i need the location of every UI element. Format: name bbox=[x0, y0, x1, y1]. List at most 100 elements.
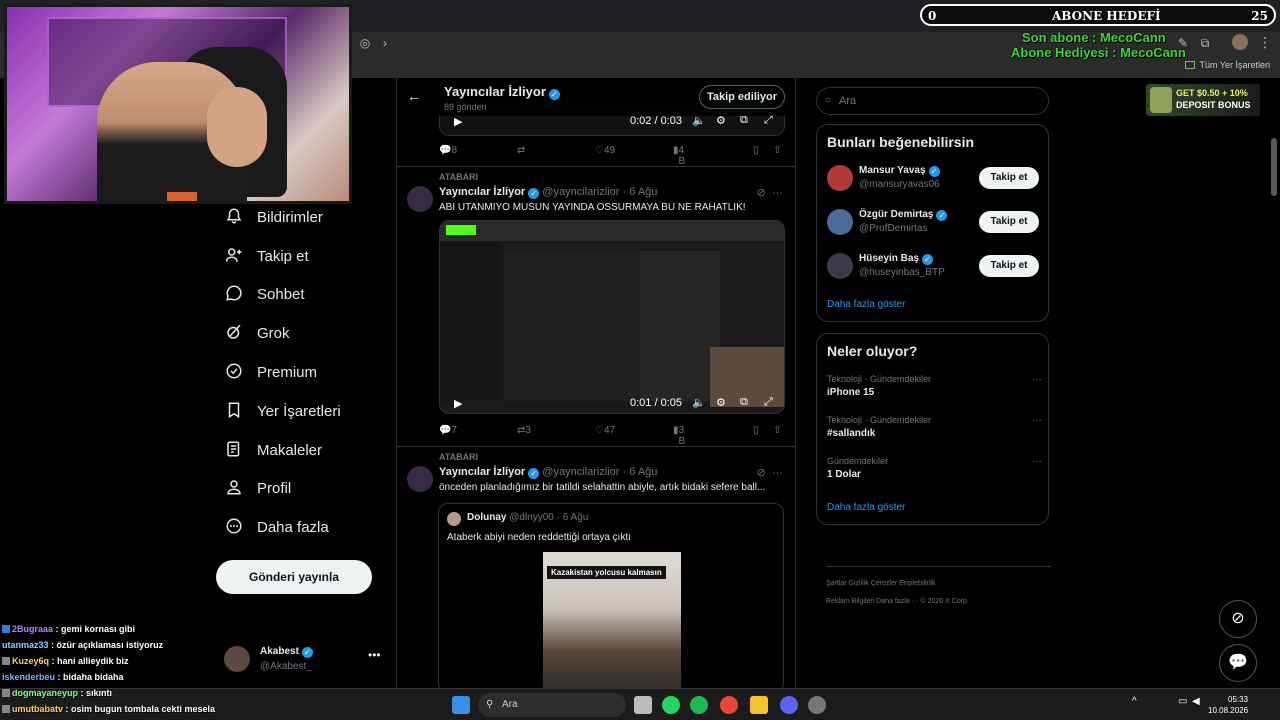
profile-avatar[interactable] bbox=[1232, 34, 1248, 50]
bell-icon bbox=[224, 207, 244, 227]
video-player[interactable]: ▶ 0:01 / 0:05 🔈 ⚙ ⧉ ⤢ bbox=[439, 220, 785, 414]
like-button[interactable]: ♡ 47 bbox=[595, 425, 615, 436]
scrollbar[interactable] bbox=[1271, 138, 1277, 196]
more-icon[interactable]: ··· bbox=[1032, 456, 1042, 467]
trend-item[interactable]: Teknoloji · Gündemdekiler iPhone 15 ··· bbox=[827, 374, 1042, 404]
user-name: Hüseyin Baş ✓ bbox=[859, 253, 934, 265]
grok-icon bbox=[224, 323, 244, 343]
bookmark-icon[interactable]: ▯ bbox=[753, 425, 759, 436]
retweet-button[interactable]: ⇄ bbox=[517, 145, 525, 156]
reply-button[interactable]: 💬 7 bbox=[439, 425, 457, 436]
menu-icon[interactable]: ⋮ bbox=[1258, 34, 1272, 51]
task-view-icon[interactable] bbox=[634, 696, 652, 714]
back-arrow-icon[interactable]: ← bbox=[407, 88, 421, 104]
show-more-link[interactable]: Daha fazla göster bbox=[827, 299, 905, 310]
all-bookmarks[interactable]: Tüm Yer İşaretleri bbox=[1185, 60, 1270, 70]
extension-icon[interactable]: ◎ bbox=[358, 36, 372, 50]
grok-icon[interactable]: ⊘ bbox=[757, 467, 766, 479]
chrome-icon[interactable] bbox=[720, 696, 738, 714]
grok-icon[interactable]: ⊘ bbox=[757, 187, 766, 199]
chevron-up-icon[interactable]: ^ bbox=[1132, 696, 1142, 714]
chevron-right-icon[interactable]: › bbox=[378, 36, 392, 50]
post-date[interactable]: 6 Ağu bbox=[629, 186, 657, 198]
taskbar-clock[interactable]: 05:33 10.08.2026 bbox=[1208, 694, 1248, 716]
following-button[interactable]: Takip ediliyor bbox=[699, 85, 785, 109]
volume-icon[interactable]: ◀ bbox=[1192, 696, 1204, 714]
user-name-text: Hüseyin Baş bbox=[859, 253, 920, 264]
search-input[interactable]: ○ Ara bbox=[816, 87, 1049, 115]
post-date[interactable]: 6 Ağu bbox=[629, 466, 657, 478]
file-explorer-icon[interactable] bbox=[750, 696, 768, 714]
spotify-icon[interactable] bbox=[690, 696, 708, 714]
nav-premium[interactable]: Premium bbox=[224, 357, 317, 387]
fullscreen-icon[interactable]: ⤢ bbox=[764, 396, 773, 409]
footer-line[interactable]: Şartlar Gizlilik Çerezler Erişilebilirli… bbox=[826, 575, 1051, 593]
nav-chat[interactable]: Sohbet bbox=[224, 279, 305, 309]
author-name[interactable]: Yayıncılar İzliyor bbox=[439, 466, 525, 478]
network-icon[interactable]: ▭ bbox=[1178, 696, 1190, 714]
badge-icon bbox=[2, 625, 10, 633]
play-icon[interactable]: ▶ bbox=[454, 115, 462, 128]
more-icon[interactable]: ••• bbox=[368, 648, 381, 662]
bookmark-icon bbox=[224, 401, 244, 421]
discord-icon[interactable] bbox=[780, 696, 798, 714]
nav-notifications[interactable]: Bildirimler bbox=[224, 202, 323, 232]
play-icon[interactable]: ▶ bbox=[454, 397, 462, 410]
more-icon[interactable]: ··· bbox=[772, 467, 783, 479]
whatsapp-icon[interactable] bbox=[662, 696, 680, 714]
post-text: önceden planladığımız bir tatildi selaha… bbox=[439, 482, 766, 493]
suggested-user[interactable]: Hüseyin Baş ✓ @huseyinbas_BTP Takip et bbox=[827, 251, 1042, 283]
suggested-user[interactable]: Mansur Yavaş ✓ @mansuryavas06 Takip et bbox=[827, 163, 1042, 195]
post-button[interactable]: Gönderi yayınla bbox=[216, 560, 372, 594]
nav-articles[interactable]: Makaleler bbox=[224, 435, 322, 465]
card-title: Bunları beğenebilirsin bbox=[827, 134, 975, 150]
author-handle[interactable]: @yayncilarizlior bbox=[542, 186, 619, 198]
user-name: Özgür Demirtaş ✓ bbox=[859, 209, 948, 221]
follow-button[interactable]: Takip et bbox=[979, 167, 1039, 189]
retweet-button[interactable]: ⇄ 3 bbox=[517, 425, 531, 436]
more-icon[interactable]: ··· bbox=[1032, 374, 1042, 385]
grok-fab[interactable]: ⊘ bbox=[1219, 600, 1257, 638]
author-name[interactable]: Yayıncılar İzliyor bbox=[439, 186, 525, 198]
suggested-user[interactable]: Özgür Demirtaş ✓ @ProfDemirtas Takip et bbox=[827, 207, 1042, 239]
more-icon[interactable]: ··· bbox=[1032, 415, 1042, 426]
nav-more[interactable]: Daha fazla bbox=[224, 512, 329, 542]
like-button[interactable]: ♡ 49 bbox=[595, 145, 615, 156]
show-more-link[interactable]: Daha fazla göster bbox=[827, 502, 905, 513]
pip-icon[interactable]: ⧉ bbox=[740, 396, 748, 409]
trend-item[interactable]: Teknoloji · Gündemdekiler #sallandık ··· bbox=[827, 415, 1042, 445]
quote-image[interactable]: Kazakistan yolcusu kalmasın bbox=[543, 552, 681, 694]
windows-start-icon[interactable] bbox=[452, 696, 470, 714]
author-handle[interactable]: @yayncilarizlior bbox=[542, 466, 619, 478]
reply-button[interactable]: 💬 8 bbox=[439, 145, 457, 156]
nav-profile[interactable]: Profil bbox=[224, 473, 291, 503]
trend-context: Teknoloji · Gündemdekiler bbox=[827, 374, 932, 384]
avatar[interactable] bbox=[407, 186, 433, 212]
nav-follow[interactable]: Takip et bbox=[224, 241, 309, 271]
more-icon[interactable]: ··· bbox=[772, 187, 783, 199]
bookmark-icon[interactable]: ▯ bbox=[753, 145, 759, 156]
video-frame-sidebar bbox=[440, 241, 500, 401]
follow-button[interactable]: Takip et bbox=[979, 255, 1039, 277]
share-icon[interactable]: ⇧ bbox=[773, 145, 781, 156]
trend-item[interactable]: Gündemdekiler 1 Dolar ··· bbox=[827, 456, 1042, 486]
taskbar-search-label: Ara bbox=[502, 699, 518, 710]
quoted-post[interactable]: Dolunay @dlnyy00 · 6 Ağu Ataberk abiyi n… bbox=[438, 503, 784, 694]
settings-icon[interactable]: ⚙ bbox=[716, 396, 726, 409]
share-icon[interactable]: ⇧ bbox=[773, 425, 781, 436]
account-switcher[interactable]: Akabest ✓ @Akabest_ ••• bbox=[224, 644, 384, 680]
views-button[interactable]: ▮ 4 B bbox=[673, 145, 685, 167]
follow-button[interactable]: Takip et bbox=[979, 211, 1039, 233]
nav-grok[interactable]: Grok bbox=[224, 318, 290, 348]
article-icon bbox=[224, 440, 244, 460]
footer-line[interactable]: Reklam Bilgileri Daha fazla ··· © 2026 X… bbox=[826, 593, 1051, 611]
volume-icon[interactable]: 🔈 bbox=[692, 396, 706, 409]
messages-fab[interactable]: 💬 bbox=[1219, 644, 1257, 682]
taskbar-search[interactable]: ⚲ Ara bbox=[478, 693, 626, 717]
puzzle-icon[interactable]: ⧉ bbox=[1198, 36, 1212, 50]
nav-bookmarks[interactable]: Yer İşaretleri bbox=[224, 396, 341, 426]
avatar[interactable] bbox=[407, 466, 433, 492]
ad-banner[interactable]: GET $0.50 + 10% DEPOSIT BONUS bbox=[1146, 84, 1260, 116]
views-button[interactable]: ▮ 3 B bbox=[673, 425, 685, 447]
settings-app-icon[interactable] bbox=[808, 696, 826, 714]
